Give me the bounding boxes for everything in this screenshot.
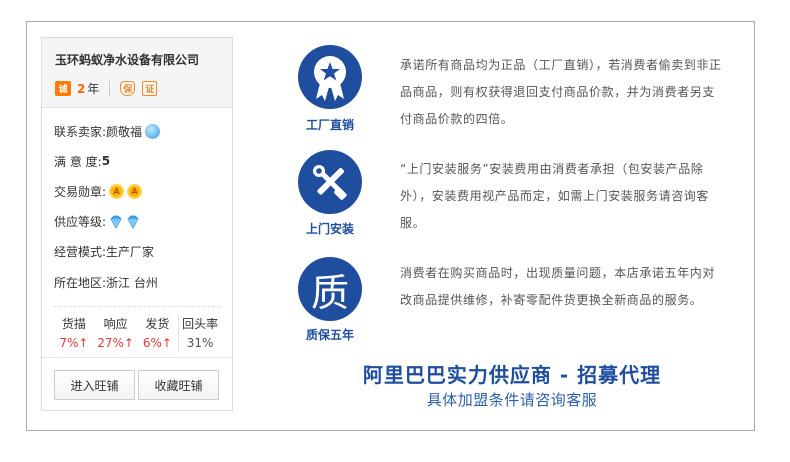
- quality-icon: 质: [298, 257, 362, 321]
- agent-recruitment-slogan: 阿里巴巴实力供应商 - 招募代理: [362, 363, 662, 387]
- quality-glyph: 质: [310, 270, 349, 315]
- stat-return-rate: 回头率 31%: [178, 315, 221, 352]
- contact-name[interactable]: 颜敬福: [106, 123, 142, 140]
- promise-label-warranty: 质保五年: [305, 328, 354, 342]
- supply-level-label: 供应等级:: [54, 215, 107, 230]
- diamond-icon: [110, 215, 122, 229]
- medal-label: 交易勋章:: [54, 184, 107, 199]
- promise-text-install: “上门安装服务”安装费用由消费者承担（包安装产品除外），安装费用视产品而定，如需…: [400, 162, 710, 230]
- guarantee-shield-icon[interactable]: 保: [120, 81, 136, 96]
- promise-text-warranty: 消费者在购买商品时，出现质量问题，本店承诺五年内对改商品提供维修，补寄零配件货更…: [400, 266, 716, 307]
- promise-text-factory: 承诺所有商品均为正品（工厂直销），若消费者偷卖到非正品商品，则有权获得退回支付商…: [400, 58, 722, 126]
- satisfaction-label: 满 意 度:: [54, 154, 102, 169]
- promise-label-install: 上门安装: [305, 222, 354, 236]
- contact-label: 联系卖家:: [54, 124, 107, 139]
- stat-description: 货描 7%↑: [59, 317, 89, 350]
- trust-years-icon[interactable]: 诚: [55, 81, 71, 96]
- favorite-shop-button[interactable]: 收藏旺铺: [138, 370, 219, 400]
- star-ribbon-icon: [298, 45, 362, 109]
- region-label: 所在地区:: [54, 275, 107, 290]
- medal-row: 交易勋章: A A: [54, 176, 160, 206]
- region-value: 浙江 台州: [106, 275, 158, 290]
- medal-icon[interactable]: A: [127, 183, 143, 199]
- seller-stats: 货描 7%↑ 响应 27%↑ 发货 6%↑ 回头率 31%: [53, 315, 221, 352]
- trust-years-unit: 年: [87, 82, 100, 96]
- region-row: 所在地区: 浙江 台州: [54, 267, 160, 297]
- button-divider: [42, 357, 232, 358]
- contact-row: 联系卖家: 颜敬福: [54, 116, 161, 146]
- company-name[interactable]: 玉环蚂蚁净水设备有限公司: [55, 51, 232, 68]
- wrench-screwdriver-icon: [298, 150, 362, 214]
- business-mode-value: 生产厂家: [106, 245, 155, 260]
- promise-label-factory: 工厂直销: [305, 118, 354, 132]
- satisfaction-row: 满 意 度: 5: [54, 146, 160, 176]
- certificate-icon[interactable]: 证: [142, 81, 158, 96]
- trust-years-value: 2: [77, 81, 86, 96]
- agent-recruitment-subtitle: 具体加盟条件请咨询客服: [426, 391, 598, 409]
- seller-badges: 诚 2 年 保 证: [55, 80, 232, 97]
- supply-level-row: 供应等级:: [54, 207, 160, 237]
- medal-icon[interactable]: A: [109, 183, 125, 199]
- satisfaction-value: 5: [101, 154, 111, 169]
- seller-card-header: 玉环蚂蚁净水设备有限公司 诚 2 年 保 证: [42, 38, 232, 108]
- badge-divider: [109, 81, 111, 96]
- seller-info: 联系卖家: 颜敬福 满 意 度: 5 交易勋章: A A 供应等级: 经营模式:…: [54, 116, 161, 297]
- enter-shop-button[interactable]: 进入旺铺: [54, 370, 135, 400]
- wangwang-chat-icon[interactable]: [145, 123, 161, 139]
- stat-response: 响应 27%↑: [97, 317, 134, 350]
- business-mode-row: 经营模式: 生产厂家: [54, 237, 160, 267]
- stat-shipping: 发货 6%↑: [142, 317, 172, 350]
- business-mode-label: 经营模式:: [54, 245, 107, 260]
- stats-divider: [54, 306, 220, 307]
- diamond-icon: [127, 215, 139, 229]
